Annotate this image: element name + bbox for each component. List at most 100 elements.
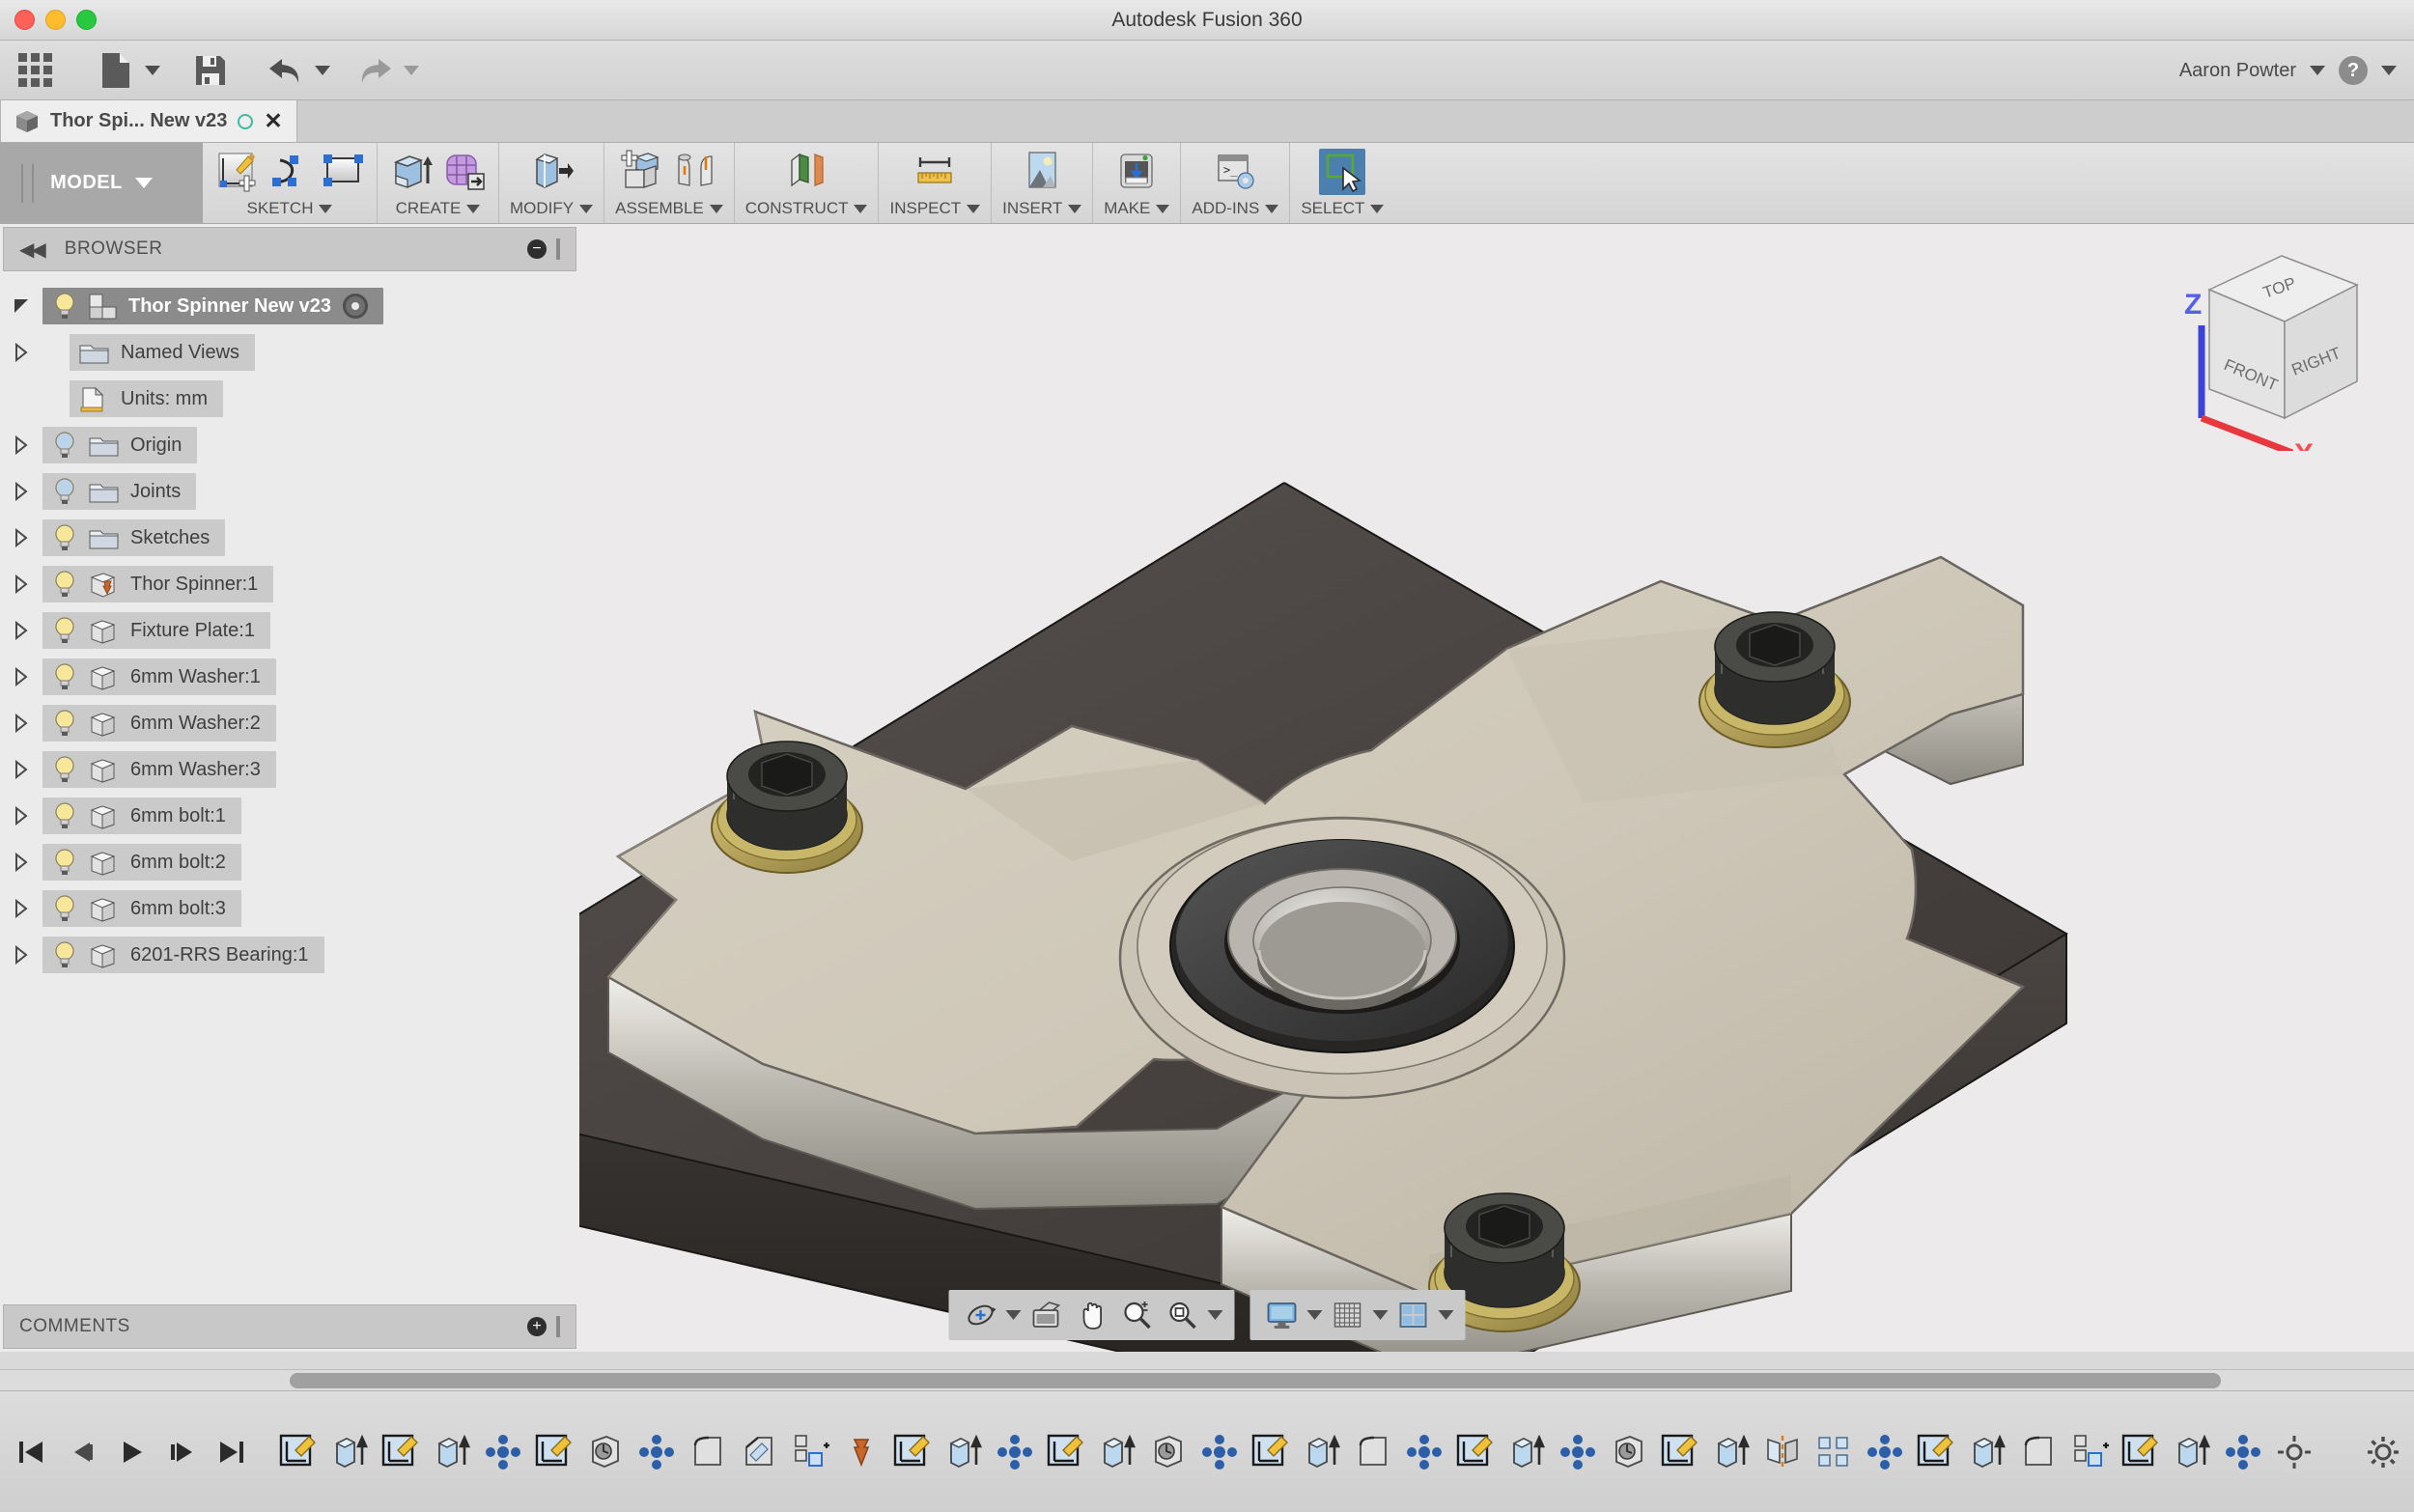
- joint-icon[interactable]: [672, 149, 718, 195]
- extrude-icon[interactable]: [388, 149, 435, 195]
- timeline-feature-23[interactable]: [1455, 1432, 1496, 1472]
- play-icon[interactable]: [114, 1432, 149, 1472]
- visibility-bulb-icon[interactable]: [52, 523, 77, 552]
- visibility-bulb-icon[interactable]: [52, 940, 77, 969]
- expand-arrow-icon[interactable]: [0, 574, 42, 594]
- timeline-feature-9[interactable]: [739, 1432, 779, 1472]
- timeline-feature-10[interactable]: [790, 1432, 830, 1472]
- visibility-bulb-icon[interactable]: [52, 662, 77, 691]
- browser-header[interactable]: ◀◀ BROWSER −: [3, 227, 576, 271]
- ribbon-group-construct-label[interactable]: CONSTRUCT: [745, 199, 868, 218]
- timeline-feature-22[interactable]: [1404, 1432, 1445, 1472]
- visibility-bulb-icon[interactable]: [52, 755, 77, 784]
- redo-dropdown-caret[interactable]: [404, 66, 419, 75]
- timeline-feature-1[interactable]: [329, 1432, 370, 1472]
- timeline-feature-15[interactable]: [1046, 1432, 1086, 1472]
- tree-item-pill[interactable]: Origin: [42, 427, 197, 463]
- tree-item-pill[interactable]: 6mm Washer:1: [42, 658, 276, 695]
- expand-arrow-icon[interactable]: [0, 899, 42, 918]
- timeline-feature-34[interactable]: [2018, 1432, 2059, 1472]
- tree-item-pill[interactable]: 6mm Washer:2: [42, 705, 276, 742]
- help-icon[interactable]: ?: [2339, 56, 2368, 85]
- timeline-feature-3[interactable]: [432, 1432, 472, 1472]
- timeline-feature-39[interactable]: [2274, 1432, 2315, 1472]
- tree-item-sketches[interactable]: Sketches: [0, 515, 579, 561]
- tree-item-named-views[interactable]: Named Views: [0, 329, 579, 376]
- press-pull-icon[interactable]: [528, 149, 575, 195]
- timeline-feature-30[interactable]: [1813, 1432, 1854, 1472]
- tree-item-6201-rrs-bearing-1[interactable]: 6201-RRS Bearing:1: [0, 932, 579, 978]
- save-button[interactable]: [185, 47, 236, 94]
- timeline-feature-21[interactable]: [1353, 1432, 1393, 1472]
- comments-resize-grip[interactable]: [556, 1316, 560, 1337]
- new-file-button[interactable]: [91, 47, 141, 94]
- document-tab[interactable]: Thor Spi... New v23 ✕: [0, 99, 297, 142]
- timeline-feature-16[interactable]: [1097, 1432, 1137, 1472]
- skip-to-beginning-icon[interactable]: [14, 1432, 48, 1472]
- visibility-bulb-icon[interactable]: [52, 848, 77, 877]
- fit-icon[interactable]: [1163, 1297, 1203, 1333]
- zoom-icon[interactable]: [1117, 1297, 1158, 1333]
- expand-arrow-icon[interactable]: [0, 853, 42, 872]
- orbit-dropdown-caret[interactable]: [1006, 1310, 1022, 1320]
- offset-plane-icon[interactable]: [783, 149, 829, 195]
- timeline-feature-36[interactable]: [2120, 1432, 2161, 1472]
- timeline-feature-0[interactable]: [278, 1432, 319, 1472]
- bolt-washer-assembly-1[interactable]: [712, 742, 862, 873]
- expand-arrow-icon[interactable]: [0, 482, 42, 501]
- visibility-bulb-icon[interactable]: [52, 570, 77, 599]
- timeline-feature-8[interactable]: [688, 1432, 728, 1472]
- expand-arrow-icon[interactable]: [0, 621, 42, 640]
- tree-item-pill[interactable]: 6mm bolt:1: [42, 798, 241, 834]
- collapse-left-icon[interactable]: ◀◀: [19, 238, 43, 262]
- undo-button[interactable]: [261, 47, 311, 94]
- measure-icon[interactable]: [912, 149, 958, 195]
- timeline-feature-33[interactable]: [1967, 1432, 2007, 1472]
- ribbon-group-addins-label[interactable]: ADD-INS: [1192, 199, 1278, 218]
- tree-item-fixture-plate-1[interactable]: Fixture Plate:1: [0, 607, 579, 654]
- timeline-feature-28[interactable]: [1711, 1432, 1752, 1472]
- timeline-scrollbar[interactable]: [0, 1369, 2414, 1390]
- timeline-feature-7[interactable]: [636, 1432, 677, 1472]
- tree-root-pill[interactable]: Thor Spinner New v23: [42, 288, 383, 324]
- timeline-feature-29[interactable]: [1762, 1432, 1803, 1472]
- new-component-icon[interactable]: [619, 149, 665, 195]
- timeline-feature-13[interactable]: [943, 1432, 984, 1472]
- timeline-feature-31[interactable]: [1865, 1432, 1905, 1472]
- expand-arrow-icon[interactable]: [0, 806, 42, 826]
- tree-item-pill[interactable]: 6mm Washer:3: [42, 751, 276, 788]
- panel-resize-grip[interactable]: [556, 238, 560, 260]
- timeline-feature-25[interactable]: [1558, 1432, 1598, 1472]
- tree-item-joints[interactable]: Joints: [0, 468, 579, 515]
- viewports-caret[interactable]: [1439, 1310, 1454, 1320]
- tree-item-6mm-bolt-1[interactable]: 6mm bolt:1: [0, 793, 579, 839]
- display-state-icon[interactable]: [343, 294, 368, 319]
- ribbon-group-select-label[interactable]: SELECT: [1301, 199, 1384, 218]
- account-dropdown-caret[interactable]: [2310, 66, 2325, 75]
- timeline-feature-5[interactable]: [534, 1432, 575, 1472]
- tree-item-pill[interactable]: Thor Spinner:1: [42, 566, 273, 602]
- tree-item-6mm-washer-3[interactable]: 6mm Washer:3: [0, 746, 579, 793]
- minimize-icon[interactable]: −: [527, 239, 547, 259]
- visibility-bulb-icon[interactable]: [52, 431, 77, 460]
- ribbon-group-create-label[interactable]: CREATE: [396, 199, 481, 218]
- tree-item-units-mm[interactable]: Units: mm: [0, 376, 579, 422]
- undo-dropdown-caret[interactable]: [315, 66, 330, 75]
- create-form-icon[interactable]: [441, 149, 488, 195]
- tree-item-pill[interactable]: 6201-RRS Bearing:1: [42, 937, 324, 973]
- user-name-label[interactable]: Aaron Powter: [2179, 60, 2296, 82]
- timeline-scroll-thumb[interactable]: [290, 1373, 2221, 1388]
- timeline-feature-17[interactable]: [1148, 1432, 1189, 1472]
- help-dropdown-caret[interactable]: [2381, 66, 2397, 75]
- tree-root-row[interactable]: Thor Spinner New v23: [0, 283, 579, 329]
- timeline-feature-24[interactable]: [1506, 1432, 1547, 1472]
- pan-icon[interactable]: [1072, 1297, 1112, 1333]
- create-sketch-icon[interactable]: [213, 149, 260, 195]
- step-forward-icon[interactable]: [164, 1432, 199, 1472]
- tree-item-6mm-bolt-2[interactable]: 6mm bolt:2: [0, 839, 579, 885]
- visibility-bulb-icon[interactable]: [52, 292, 77, 321]
- bolt-washer-assembly-2[interactable]: [1699, 612, 1850, 747]
- ribbon-group-inspect-label[interactable]: INSPECT: [889, 199, 980, 218]
- grid-snaps-caret[interactable]: [1373, 1310, 1389, 1320]
- timeline-feature-18[interactable]: [1199, 1432, 1240, 1472]
